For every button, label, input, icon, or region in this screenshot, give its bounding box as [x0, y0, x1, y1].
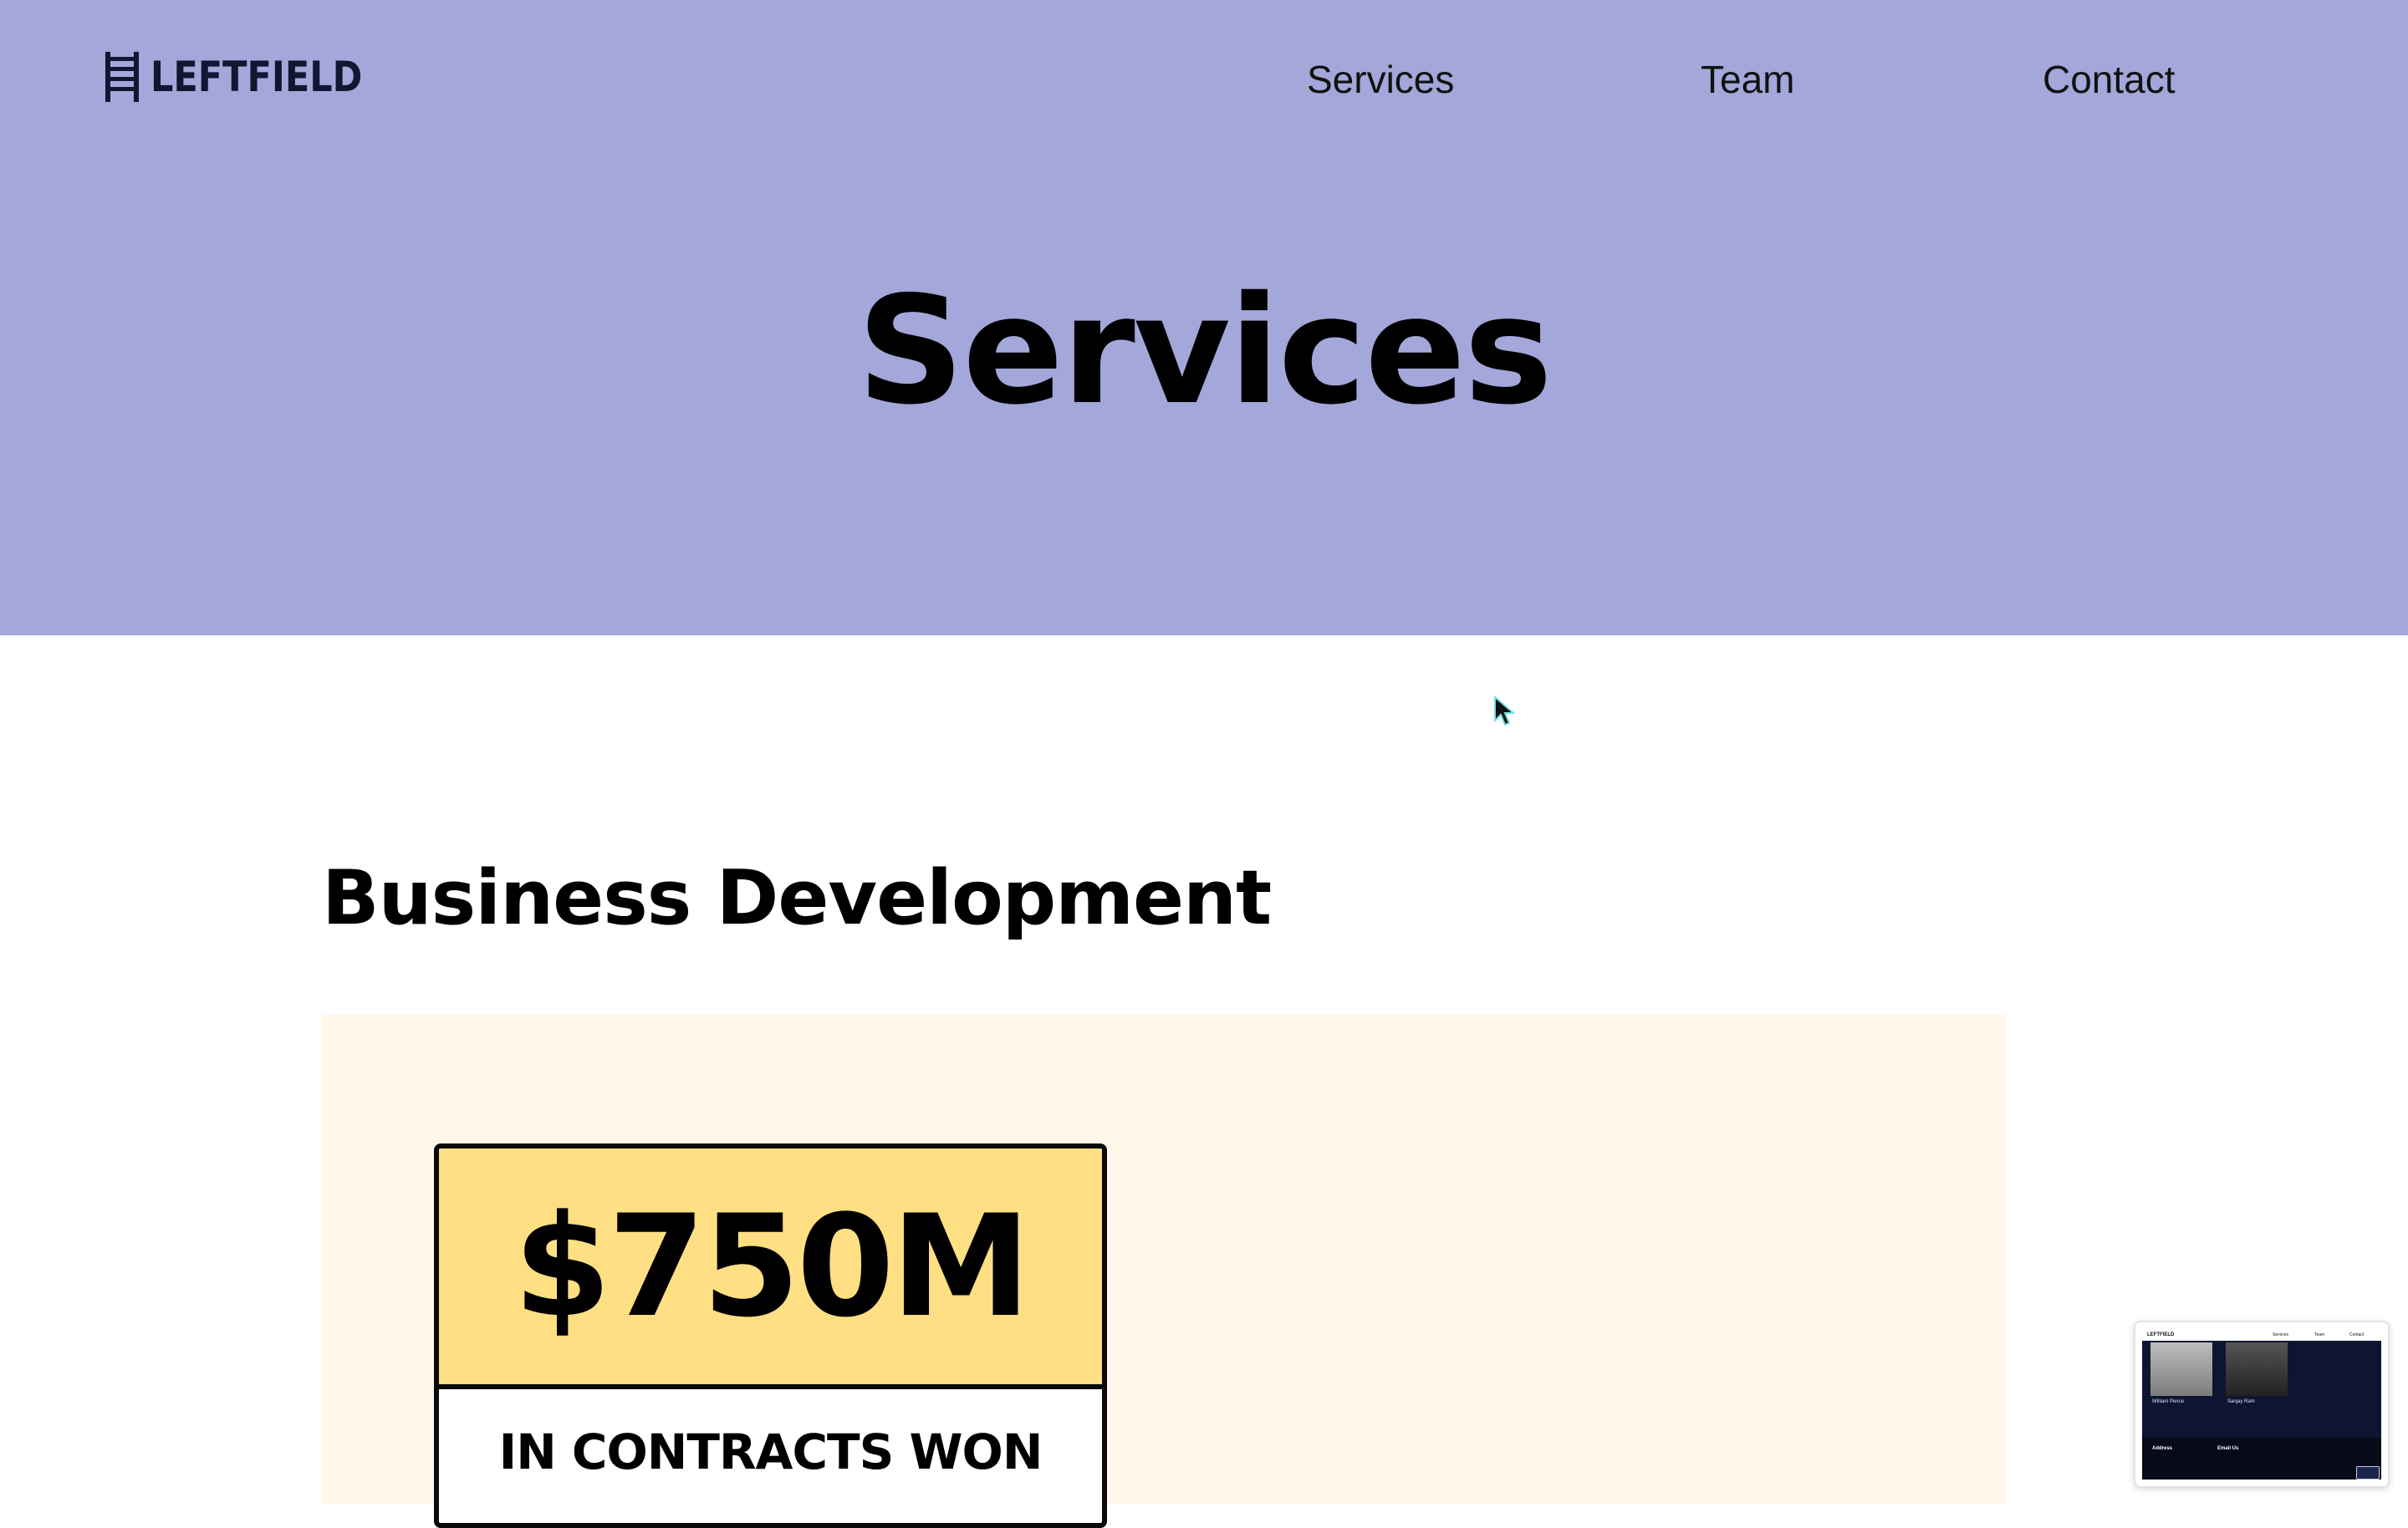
stat-label: IN CONTRACTS WON [498, 1424, 1043, 1480]
stat-card: $750M IN CONTRACTS WON [434, 1143, 1107, 1528]
thumbnail-nav-contact: Contact [2349, 1332, 2365, 1337]
page-title: Services [857, 264, 1553, 437]
ladder-icon [105, 52, 139, 102]
site-logo[interactable]: LEFTFIELD [104, 52, 397, 102]
thumbnail-team-name: William Pierce [2152, 1399, 2185, 1404]
stat-value-box: $750M [439, 1149, 1102, 1389]
thumbnail-header: LEFTFIELD Services Team Contact [2142, 1329, 2381, 1341]
thumbnail-footer: Address Email Us [2142, 1438, 2381, 1480]
mouse-pointer-icon [1494, 695, 1515, 726]
thumbnail-logo: LEFTFIELD [2147, 1332, 2175, 1337]
screenshot-thumbnail[interactable]: LEFTFIELD Services Team Contact William … [2134, 1321, 2390, 1488]
thumbnail-footer-label: Email Us [2217, 1446, 2239, 1451]
stat-value: $750M [513, 1184, 1031, 1348]
nav-team-link[interactable]: Team [1701, 50, 1794, 109]
thumbnail-nav-services: Services [2273, 1332, 2289, 1337]
thumbnail-team-name: Sanjay Ram [2227, 1399, 2255, 1404]
thumbnail-footer-label: Address [2152, 1446, 2173, 1451]
nav-contact-link[interactable]: Contact [2043, 50, 2176, 109]
thumbnail-team-photo [2226, 1342, 2288, 1396]
thumbnail-nav-team: Team [2314, 1332, 2325, 1337]
nav-services-link[interactable]: Services [1307, 50, 1454, 109]
thumbnail-preview: LEFTFIELD Services Team Contact William … [2142, 1329, 2381, 1480]
section-heading: Business Development [322, 854, 1272, 942]
thumbnail-team-photo [2150, 1342, 2212, 1396]
hero-banner: LEFTFIELD Services Team Contact Services [0, 0, 2408, 635]
thumbnail-badge [2356, 1466, 2380, 1480]
logo-text: LEFTFIELD [150, 53, 363, 101]
